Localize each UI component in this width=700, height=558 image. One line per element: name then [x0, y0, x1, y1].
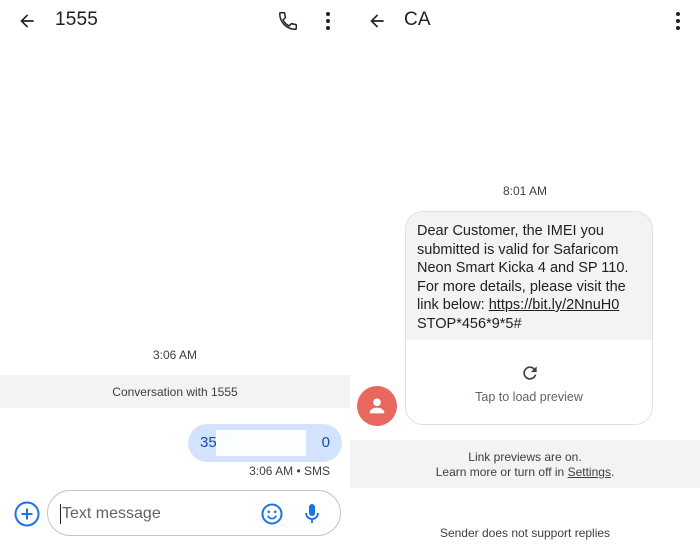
more-vert-icon[interactable]	[668, 9, 688, 33]
refresh-icon	[519, 362, 541, 384]
tap-to-load-preview: Tap to load preview	[475, 390, 583, 404]
outgoing-message-bubble[interactable]: 35 0	[188, 424, 342, 462]
app-bar: CA	[350, 0, 700, 42]
conversation-title: CA	[404, 9, 431, 30]
redaction-mask	[216, 430, 306, 456]
settings-link[interactable]: Settings	[568, 465, 611, 479]
message-input[interactable]: Text message	[47, 490, 341, 536]
link-previews-line2-prefix: Learn more or turn off in	[435, 465, 568, 479]
link-preview[interactable]: Tap to load preview	[406, 340, 652, 424]
link-previews-notice: Link previews are on. Learn more or turn…	[350, 440, 700, 488]
app-bar: 1555	[0, 0, 350, 42]
conversation-pane-1555: 1555 3:06 AM Conversation with 1555 35 0…	[0, 0, 350, 558]
compose-bar: Text message	[0, 488, 350, 540]
person-icon	[369, 398, 385, 414]
back-arrow-icon[interactable]	[14, 9, 40, 33]
outgoing-text-end: 0	[321, 434, 330, 451]
more-vert-icon[interactable]	[318, 9, 338, 33]
mic-icon[interactable]	[300, 502, 324, 526]
message-timestamp: 3:06 AM	[152, 348, 198, 362]
link-previews-suffix: .	[610, 465, 615, 479]
incoming-message-card[interactable]: Dear Customer, the IMEI you submitted is…	[405, 211, 653, 425]
phone-icon[interactable]	[275, 9, 301, 33]
sender-avatar[interactable]	[357, 386, 397, 426]
emoji-icon[interactable]	[260, 502, 284, 526]
message-input-placeholder: Text message	[62, 505, 161, 522]
message-tail: STOP*456*9*5#	[417, 315, 522, 332]
back-arrow-icon[interactable]	[364, 9, 390, 33]
message-meta: 3:06 AM • SMS	[249, 464, 330, 478]
conversation-banner: Conversation with 1555	[0, 375, 350, 408]
link-previews-line1: Link previews are on.	[468, 450, 582, 464]
outgoing-text-start: 35	[200, 434, 217, 451]
message-link[interactable]: https://bit.ly/2NnuH0	[489, 297, 620, 313]
incoming-message-text: Dear Customer, the IMEI you submitted is…	[406, 212, 652, 340]
no-reply-notice: Sender does not support replies	[439, 526, 611, 540]
conversation-title: 1555	[55, 9, 99, 30]
add-circle-icon[interactable]	[14, 501, 40, 527]
message-timestamp: 8:01 AM	[502, 184, 548, 198]
link-previews-line2: Learn more or turn off in Settings.	[350, 465, 700, 480]
text-caret	[60, 504, 61, 524]
